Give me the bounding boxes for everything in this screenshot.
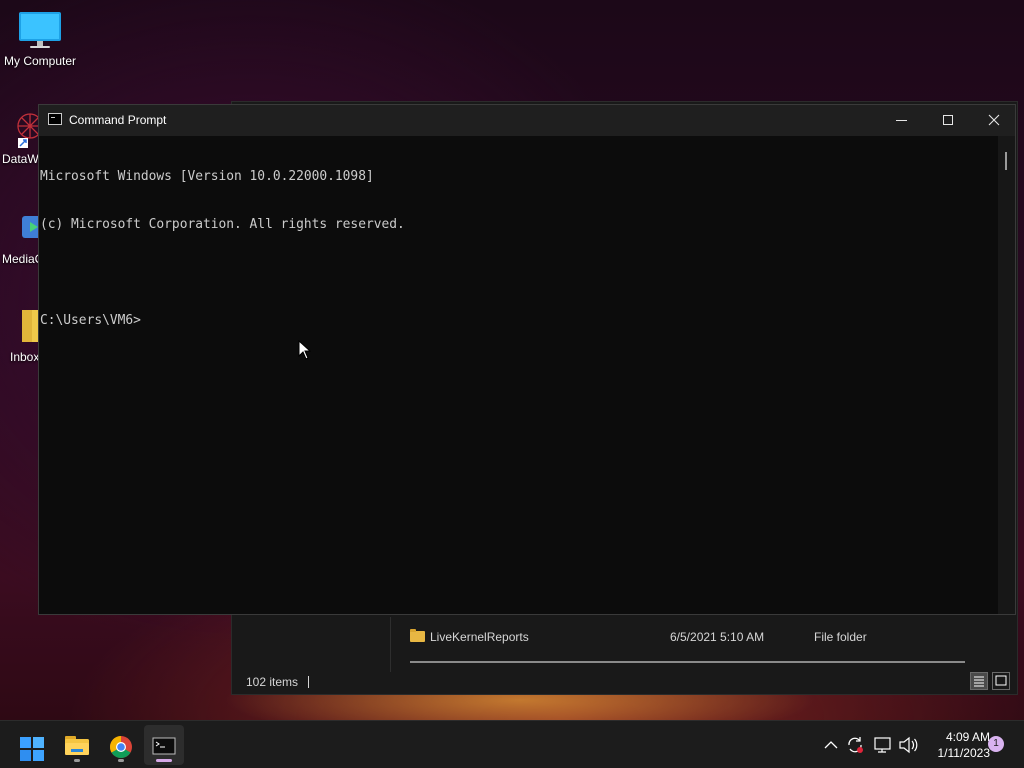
sync-icon[interactable] — [844, 721, 866, 768]
command-prompt-window[interactable]: Command Prompt Microsoft Windows [Versio… — [38, 104, 1016, 615]
taskbar-chrome[interactable] — [101, 725, 141, 765]
pane-divider[interactable] — [390, 617, 391, 672]
terminal-icon — [48, 113, 62, 125]
running-indicator — [118, 759, 124, 762]
maximize-icon — [943, 115, 953, 125]
command-prompt-line[interactable]: C:\Users\VM6> — [40, 313, 998, 329]
clock-date: 1/11/2023 — [937, 746, 991, 760]
show-hidden-icons-chevron-icon[interactable] — [821, 721, 841, 768]
desktop-icon-my-computer[interactable]: My Computer — [0, 10, 80, 68]
details-view-button[interactable] — [970, 672, 988, 690]
taskbar-command-prompt[interactable] — [144, 725, 184, 765]
scrollbar-thumb[interactable] — [1005, 152, 1007, 170]
console-line: (c) Microsoft Corporation. All rights re… — [40, 217, 405, 232]
item-count: 102 items — [246, 675, 299, 689]
clock[interactable]: 4:09 AM 1/11/2023 — [920, 729, 991, 761]
file-type: File folder — [814, 630, 867, 644]
vertical-scrollbar[interactable] — [998, 136, 1015, 614]
close-button[interactable] — [971, 105, 1017, 136]
network-icon[interactable] — [872, 721, 894, 768]
console-line: Microsoft Windows [Version 10.0.22000.10… — [40, 169, 374, 184]
taskbar-file-explorer[interactable] — [57, 725, 97, 765]
status-separator — [308, 676, 310, 688]
windows-start-icon — [20, 737, 44, 761]
large-icons-view-icon — [995, 675, 1007, 686]
minimize-button[interactable] — [879, 105, 925, 136]
minimize-icon — [896, 120, 907, 121]
file-name: LiveKernelReports — [430, 630, 529, 644]
monitor-icon — [18, 10, 62, 50]
mouse-cursor-icon — [298, 340, 312, 360]
volume-icon[interactable] — [897, 721, 919, 768]
maximize-button[interactable] — [925, 105, 971, 136]
console-output[interactable]: Microsoft Windows [Version 10.0.22000.10… — [40, 136, 998, 615]
file-row[interactable]: LiveKernelReports 6/5/2021 5:10 AM File … — [410, 629, 970, 649]
desktop-icon-label: My Computer — [3, 54, 77, 68]
details-view-icon — [974, 676, 984, 687]
horizontal-scrollbar[interactable] — [410, 661, 965, 663]
title-bar[interactable]: Command Prompt — [39, 105, 1015, 136]
taskbar: 4:09 AM 1/11/2023 — [0, 720, 1024, 768]
active-indicator — [156, 759, 172, 762]
folder-icon — [410, 629, 425, 642]
file-date: 6/5/2021 5:10 AM — [670, 630, 765, 644]
large-icons-view-button[interactable] — [992, 672, 1010, 690]
running-indicator — [74, 759, 80, 762]
status-bar: 102 items — [246, 675, 310, 689]
start-button[interactable] — [12, 725, 52, 765]
window-title: Command Prompt — [69, 113, 167, 127]
clock-time: 4:09 AM — [945, 730, 990, 744]
notification-badge[interactable]: 1 — [988, 736, 1004, 752]
close-icon — [988, 114, 1000, 126]
